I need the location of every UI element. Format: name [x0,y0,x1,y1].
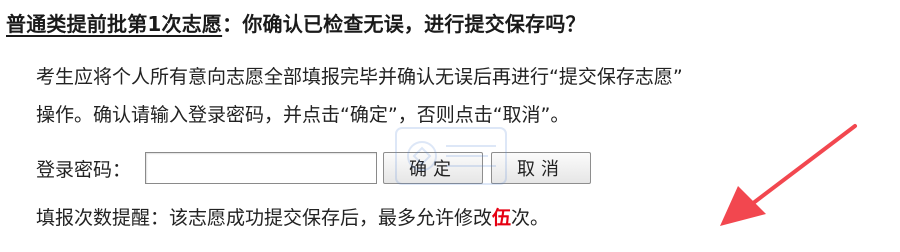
password-row: 登录密码： 确定 取消 [36,146,592,190]
password-input[interactable] [145,152,378,184]
instruction-text: 考生应将个人所有意向志愿全部填报完毕并确认无误后再进行“提交保存志愿” 操作。确… [36,58,896,134]
reminder-count: 伍 [492,207,512,229]
instruction-line-2: 操作。确认请输入登录密码，并点击“确定”，否则点击“取消”。 [36,104,570,126]
reminder-prefix: 填报次数提醒：该志愿成功提交保存后，最多允许修改 [36,207,493,229]
title-question: ：你确认已检查无误，进行提交保存吗？ [222,12,586,36]
reminder-suffix: 次。 [511,207,550,229]
dialog-title: 普通类提前批第1次志愿：你确认已检查无误，进行提交保存吗？ [6,8,586,37]
confirm-button[interactable]: 确定 [383,152,484,184]
password-label: 登录密码： [36,158,132,181]
cancel-button[interactable]: 取消 [491,152,592,184]
title-batch-name: 普通类提前批第1次志愿 [6,12,223,36]
submission-reminder: 填报次数提醒：该志愿成功提交保存后，最多允许修改伍次。 [36,198,549,238]
instruction-line-1: 考生应将个人所有意向志愿全部填报完毕并确认无误后再进行“提交保存志愿” [36,66,683,88]
